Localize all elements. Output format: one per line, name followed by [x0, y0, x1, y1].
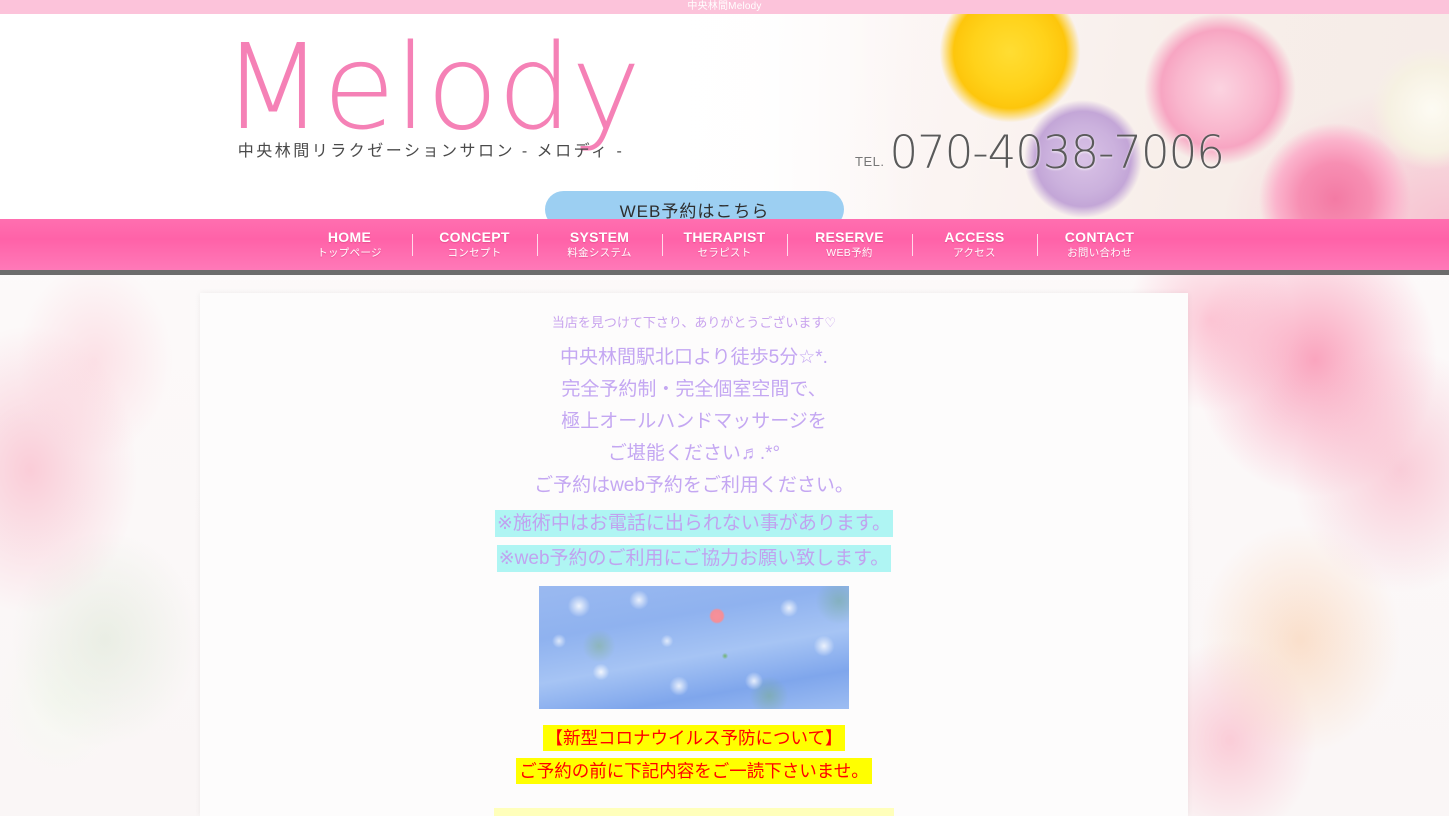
nav-item-system[interactable]: SYSTEM 料金システム — [550, 229, 650, 261]
nav-item-home[interactable]: HOME トップページ — [300, 229, 400, 261]
nav-item-reserve[interactable]: RESERVE WEB予約 — [800, 229, 900, 261]
nav-item-access-en: ACCESS — [944, 228, 1005, 245]
nav-item-access[interactable]: ACCESS アクセス — [925, 229, 1025, 261]
nav-item-reserve-en: RESERVE — [815, 228, 884, 245]
nav-separator — [786, 233, 788, 256]
nav-item-system-en: SYSTEM — [569, 228, 630, 245]
nav-item-home-en: HOME — [327, 228, 372, 245]
telephone-number[interactable]: 070-4038-7006 — [889, 130, 1224, 175]
telephone-label: TEL. — [855, 154, 885, 169]
covid-heading-block: 【新型コロナウイルス予防について】 ご予約の前に下記内容をご一読下さいませ。 — [200, 725, 1188, 791]
intro-paragraph: 中央林間駅北口より徒歩5分☆*. 完全予約制・完全個室空間で、 極上オールハンド… — [200, 342, 1188, 502]
nav-item-contact[interactable]: CONTACT お問い合わせ — [1050, 229, 1150, 261]
phone-notice-row-2: ※web予約のご利用にご協力お願い致します。 — [200, 545, 1188, 572]
nav-item-therapist[interactable]: THERAPIST セラピスト — [675, 229, 775, 261]
site-header: Melody 中央林間リラクゼーションサロン - メロディ - TEL. 070… — [0, 14, 1449, 219]
page-root: 中央林間Melody Melody 中央林間リラクゼーションサロン - メロディ… — [0, 0, 1449, 816]
nav-items-container: HOME トップページ CONCEPT コンセプト SYSTEM 料金システム … — [300, 229, 1150, 261]
nav-item-access-jp: アクセス — [953, 246, 996, 259]
greeting-text: 当店を見つけて下さり、ありがとうございます♡ — [551, 315, 837, 330]
site-logo[interactable]: Melody 中央林間リラクゼーションサロン - メロディ - — [222, 18, 641, 162]
nav-separator — [536, 233, 538, 256]
nav-item-contact-jp: お問い合わせ — [1067, 246, 1132, 259]
covid-heading-1: 【新型コロナウイルス予防について】 — [542, 725, 846, 751]
nav-item-system-jp: 料金システム — [567, 246, 632, 259]
nav-item-therapist-en: THERAPIST — [683, 228, 766, 245]
nav-separator — [661, 233, 663, 256]
nav-item-concept[interactable]: CONCEPT コンセプト — [425, 229, 525, 261]
top-announcement-bar: 中央林間Melody — [0, 0, 1449, 14]
intro-line-4: ご堪能ください♬.*° — [607, 443, 781, 464]
covid-heading-2: ご予約の前に下記内容をご一読下さいませ。 — [516, 758, 872, 784]
nav-separator — [911, 233, 913, 256]
phone-notice-2: ※web予約のご利用にご協力お願い致します。 — [496, 545, 892, 572]
nav-item-concept-jp: コンセプト — [447, 246, 502, 259]
logo-subtitle: 中央林間リラクゼーションサロン - メロディ - — [237, 143, 625, 160]
nav-item-home-jp: トップページ — [317, 246, 382, 259]
intro-line-3: 極上オールハンドマッサージを — [561, 411, 827, 432]
nav-item-therapist-jp: セラピスト — [697, 246, 752, 259]
nemophila-photo — [539, 586, 849, 709]
nav-item-reserve-jp: WEB予約 — [826, 246, 873, 259]
web-reservation-button[interactable]: WEB予約はこちら — [545, 191, 844, 219]
logo-wordmark: Melody — [222, 18, 641, 156]
intro-line-1: 中央林間駅北口より徒歩5分☆*. — [560, 347, 828, 368]
intro-line-5: ご予約はweb予約をご利用ください。 — [534, 475, 854, 496]
main-navigation: HOME トップページ CONCEPT コンセプト SYSTEM 料金システム … — [0, 219, 1449, 275]
intro-line-2: 完全予約制・完全個室空間で、 — [561, 379, 827, 400]
nav-separator — [411, 233, 413, 256]
covid-notice-box: 【新型コロナウイルス対策について】 — [494, 808, 894, 816]
phone-notice-row-1: ※施術中はお電話に出られない事があります。 — [200, 510, 1188, 537]
phone-notice-1: ※施術中はお電話に出られない事があります。 — [494, 510, 894, 537]
top-announcement-text: 中央林間Melody — [687, 1, 762, 12]
nav-item-concept-en: CONCEPT — [439, 228, 510, 245]
nav-item-contact-en: CONTACT — [1064, 228, 1135, 245]
nav-separator — [1036, 233, 1038, 256]
header-floral-photo — [0, 14, 1449, 219]
telephone-block: TEL. 070-4038-7006 — [855, 130, 1225, 175]
main-content-panel: 当店を見つけて下さり、ありがとうございます♡ 中央林間駅北口より徒歩5分☆*. … — [200, 293, 1188, 816]
